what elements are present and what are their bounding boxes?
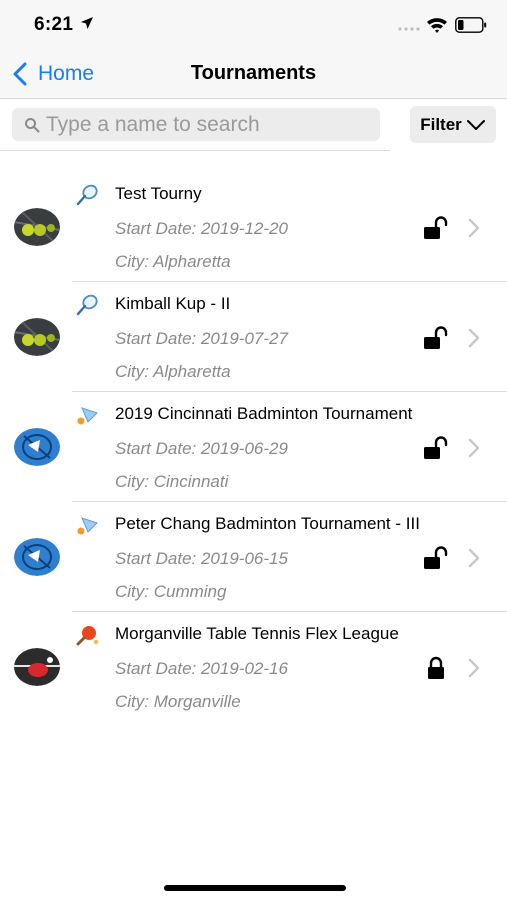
tournament-name: Kimball Kup - II xyxy=(115,294,231,313)
page-title: Tournaments xyxy=(190,62,317,84)
status-bar: 6:21 xyxy=(0,0,507,50)
tournament-row[interactable]: Peter Chang Badminton Tournament - III S… xyxy=(0,502,507,612)
badminton-avatar-icon xyxy=(14,538,60,576)
shuttlecock-icon xyxy=(77,517,98,535)
chevron-right-icon xyxy=(468,328,480,348)
tournament-row[interactable]: Test Tourny Start Date: 2019-12-20 City:… xyxy=(0,172,507,282)
wifi-icon xyxy=(427,18,447,33)
unlocked-padlock-icon xyxy=(424,326,448,349)
badminton-avatar-icon xyxy=(14,428,60,466)
tournament-start-date: Start Date: 2019-12-20 xyxy=(115,219,288,238)
search-divider xyxy=(0,150,390,151)
tournament-start-date: Start Date: 2019-06-29 xyxy=(115,439,288,458)
tournament-name: Morganville Table Tennis Flex League xyxy=(115,624,399,643)
search-field[interactable] xyxy=(12,108,380,141)
locked-padlock-icon xyxy=(428,656,444,679)
tournament-name: 2019 Cincinnati Badminton Tournament xyxy=(115,404,413,423)
tournament-city: City: Morganville xyxy=(115,692,241,711)
status-time: 6:21 xyxy=(34,14,74,35)
tennis-avatar-icon xyxy=(14,208,60,246)
home-indicator[interactable] xyxy=(164,885,346,891)
tennis-avatar-icon xyxy=(14,318,60,356)
navigation-bar: Home Tournaments xyxy=(0,50,507,99)
ping-pong-paddle-icon xyxy=(76,626,99,646)
tournament-city: City: Alpharetta xyxy=(115,362,231,381)
tennis-racket-icon xyxy=(76,294,98,316)
chevron-right-icon xyxy=(468,438,480,458)
tournament-name: Peter Chang Badminton Tournament - III xyxy=(115,514,420,533)
tournament-list: Test Tourny Start Date: 2019-12-20 City:… xyxy=(0,172,507,722)
unlocked-padlock-icon xyxy=(424,216,448,239)
tournament-row[interactable]: Kimball Kup - II Start Date: 2019-07-27 … xyxy=(0,282,507,392)
tournament-start-date: Start Date: 2019-06-15 xyxy=(115,549,288,568)
tournament-city: City: Cumming xyxy=(115,582,227,601)
tournament-city: City: Cincinnati xyxy=(115,472,229,491)
tournament-start-date: Start Date: 2019-02-16 xyxy=(115,659,288,678)
shuttlecock-icon xyxy=(77,407,98,425)
chevron-right-icon xyxy=(468,548,480,568)
unlocked-padlock-icon xyxy=(424,546,448,569)
tennis-racket-icon xyxy=(76,184,98,206)
location-arrow-icon xyxy=(81,17,93,29)
tournament-row[interactable]: Morganville Table Tennis Flex League Sta… xyxy=(0,612,507,722)
table-tennis-avatar-icon xyxy=(14,648,60,686)
tournament-name: Test Tourny xyxy=(115,184,202,203)
tournament-city: City: Alpharetta xyxy=(115,252,231,271)
filter-button-label: Filter xyxy=(420,114,462,134)
chevron-right-icon xyxy=(468,218,480,238)
battery-icon xyxy=(455,17,487,33)
chevron-right-icon xyxy=(468,658,480,678)
search-input[interactable] xyxy=(46,112,366,137)
tournament-start-date: Start Date: 2019-07-27 xyxy=(115,329,288,348)
signal-icon xyxy=(398,27,420,31)
search-bar-row: Filter xyxy=(0,99,507,151)
tournament-row[interactable]: 2019 Cincinnati Badminton Tournament Sta… xyxy=(0,392,507,502)
filter-button[interactable]: Filter xyxy=(410,106,496,143)
search-icon xyxy=(25,117,40,132)
unlocked-padlock-icon xyxy=(424,436,448,459)
chevron-down-icon xyxy=(466,119,485,130)
